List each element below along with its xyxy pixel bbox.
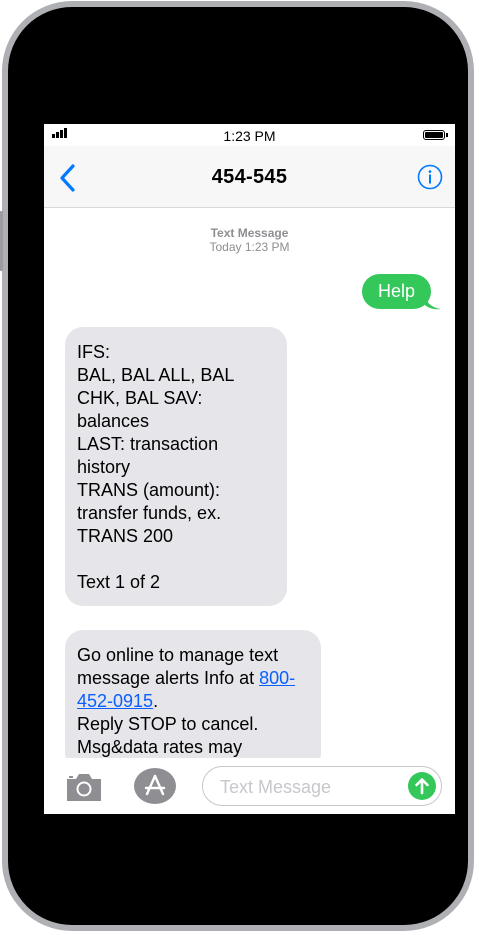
message-input-bar: Text Message xyxy=(44,758,455,814)
navigation-bar: 454-545 xyxy=(44,146,455,208)
camera-icon xyxy=(67,774,101,801)
info-button[interactable] xyxy=(417,164,443,190)
incoming-message[interactable]: IFS: BAL, BAL ALL, BAL CHK, BAL SAV: bal… xyxy=(65,327,287,606)
app-store-button[interactable] xyxy=(134,768,176,804)
camera-button[interactable] xyxy=(64,771,104,803)
thread-header: Text Message Today 1:23 PM xyxy=(44,226,455,254)
outgoing-bubble-tail xyxy=(425,296,441,310)
incoming-message[interactable]: Go online to manage text message alerts … xyxy=(65,630,321,758)
message-text-field[interactable]: Text Message xyxy=(202,766,442,806)
battery-icon xyxy=(423,130,445,140)
message-text: Go online to manage text message alerts … xyxy=(77,645,279,688)
app-store-icon xyxy=(144,774,166,796)
screen: 1:23 PM 454-545 Text Message Today 1:23 … xyxy=(44,124,455,814)
service-label: Text Message xyxy=(210,226,289,240)
send-button[interactable] xyxy=(408,772,436,800)
thread-timestamp: Today 1:23 PM xyxy=(209,240,290,254)
info-icon xyxy=(417,164,443,190)
arrow-up-icon xyxy=(415,778,429,795)
outgoing-message[interactable]: Help xyxy=(361,274,431,309)
contact-title: 454-545 xyxy=(211,166,288,188)
text-field-placeholder: Text Message xyxy=(220,777,332,797)
volume-button xyxy=(0,211,3,271)
status-time: 1:23 PM xyxy=(223,128,276,144)
message-thread[interactable]: Text Message Today 1:23 PM Help IFS: BAL… xyxy=(44,208,455,758)
battery-nub xyxy=(446,133,448,137)
status-bar: 1:23 PM xyxy=(44,124,455,146)
